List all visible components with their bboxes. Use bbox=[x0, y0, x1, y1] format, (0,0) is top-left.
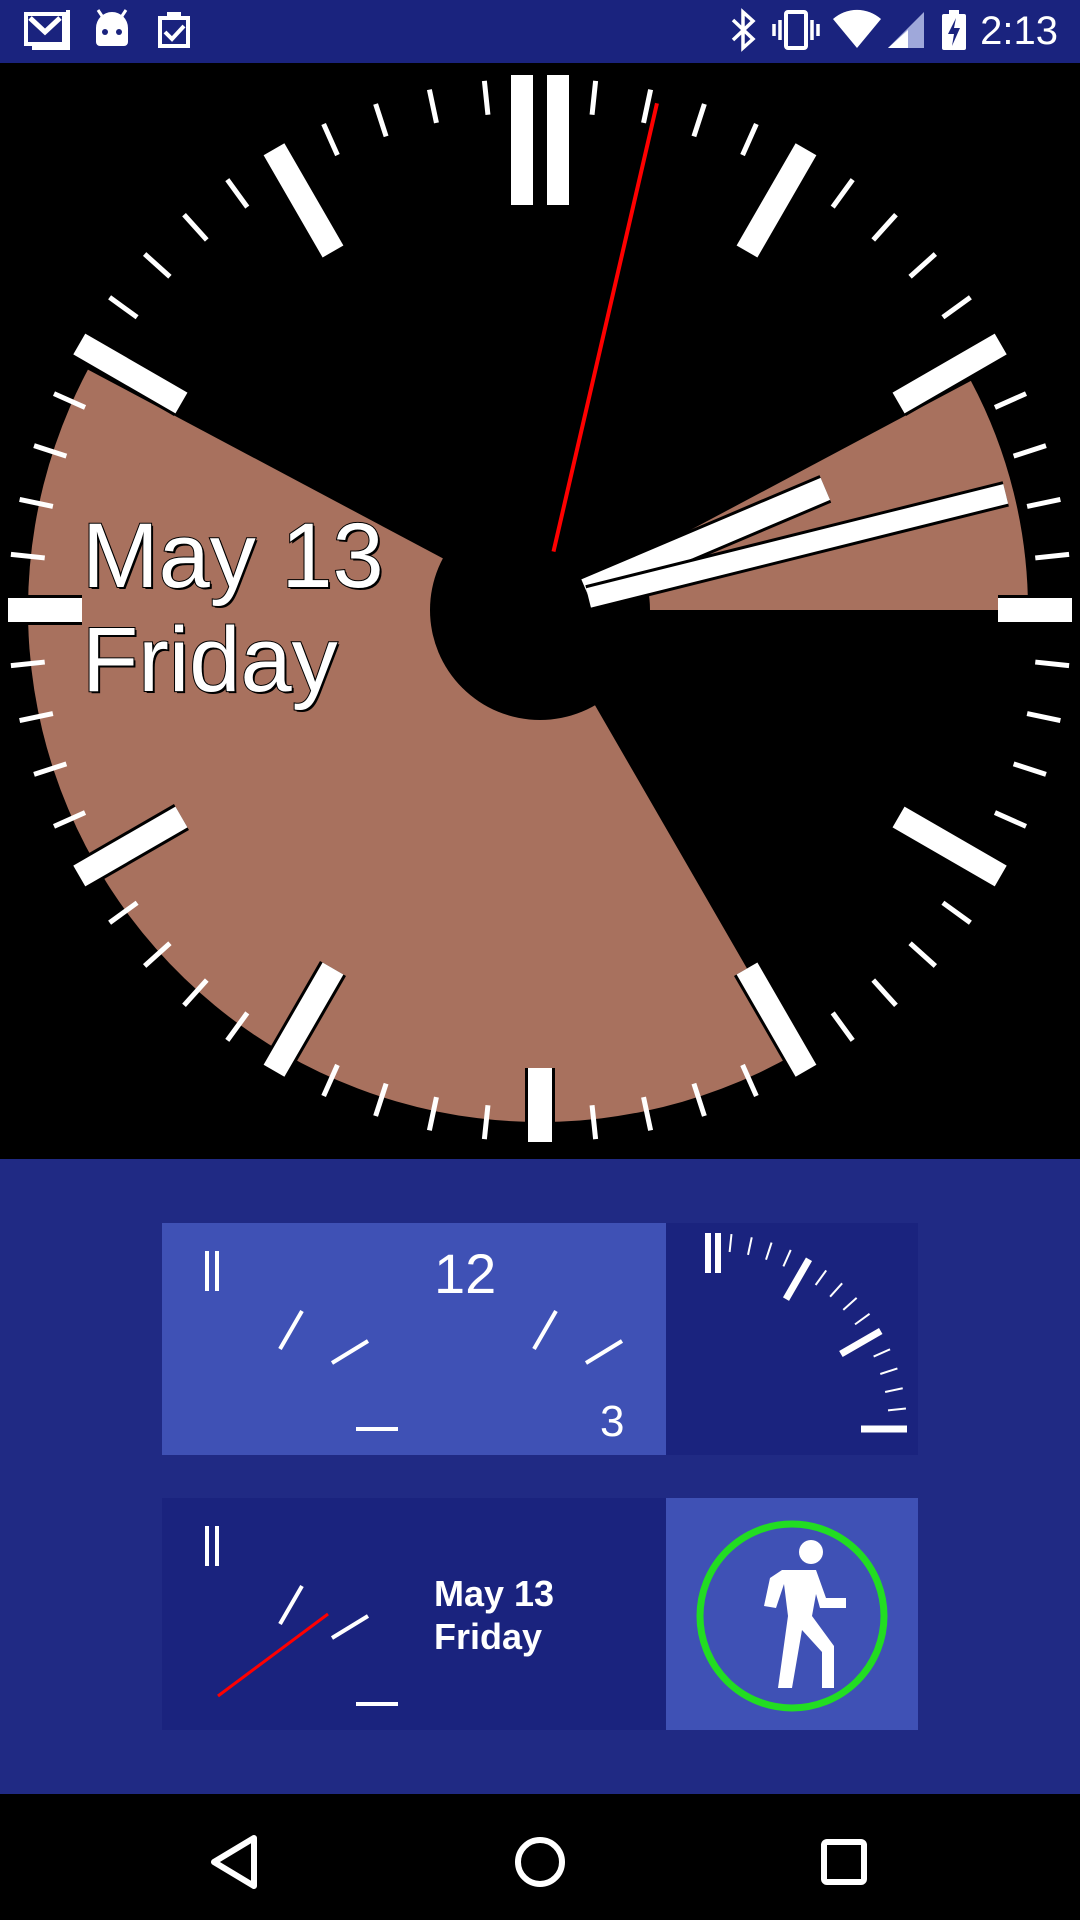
hour-tick bbox=[736, 143, 817, 258]
minute-tick bbox=[871, 212, 898, 242]
tick-12 bbox=[511, 75, 533, 205]
minute-tick bbox=[10, 659, 45, 669]
gauge-tick bbox=[715, 1233, 721, 1273]
gauge-ticks bbox=[705, 1233, 907, 1433]
android-icon bbox=[92, 8, 132, 55]
bluetooth-icon bbox=[728, 8, 758, 57]
minute-tick bbox=[373, 103, 389, 138]
gauge-tick bbox=[842, 1297, 858, 1311]
minute-tick bbox=[993, 391, 1028, 410]
walking-person-icon bbox=[764, 1540, 846, 1688]
minute-tick bbox=[426, 89, 439, 124]
complication-panel: 12 3 May 13 Friday bbox=[0, 1159, 1080, 1794]
gauge-tick bbox=[765, 1242, 773, 1261]
gauge-tick bbox=[879, 1367, 898, 1375]
minute-tick bbox=[830, 1011, 855, 1042]
minute-tick bbox=[691, 103, 707, 138]
minute-tick bbox=[1012, 761, 1047, 777]
date-tile[interactable]: May 13 Friday bbox=[162, 1498, 666, 1730]
minute-tick bbox=[871, 978, 898, 1008]
minute-tick bbox=[481, 80, 491, 115]
zoom-dial-ticks bbox=[205, 1251, 624, 1431]
gauge-tick bbox=[782, 1257, 813, 1301]
back-icon[interactable] bbox=[196, 1822, 276, 1902]
hour-sector bbox=[27, 369, 796, 1123]
recents-icon[interactable] bbox=[804, 1822, 884, 1902]
minute-tick bbox=[908, 941, 938, 968]
minute-tick bbox=[10, 551, 45, 561]
tile-weekday: Friday bbox=[434, 1616, 543, 1657]
gauge-tick bbox=[884, 1387, 903, 1393]
tick-12 bbox=[547, 75, 569, 205]
tile-date: May 13 bbox=[434, 1573, 555, 1614]
gauge-tick bbox=[839, 1327, 883, 1358]
minute-tick bbox=[941, 900, 972, 925]
gauge-tick bbox=[747, 1237, 753, 1256]
mini-dial bbox=[205, 1526, 398, 1706]
minute-tick bbox=[589, 1105, 599, 1140]
minute-tick bbox=[993, 810, 1028, 829]
second-hand bbox=[551, 102, 659, 552]
analog-zoom-tile[interactable]: 12 3 bbox=[162, 1223, 666, 1455]
minute-tick bbox=[225, 178, 250, 209]
center-disc bbox=[430, 500, 650, 720]
minute-tick bbox=[1035, 659, 1070, 669]
watch-weekday: Friday bbox=[81, 609, 339, 711]
minute-tick bbox=[740, 122, 759, 157]
minute-tick bbox=[830, 178, 855, 209]
status-bar: 2:13 bbox=[0, 0, 1080, 63]
gauge-tick bbox=[829, 1282, 843, 1298]
zoom-number-3: 3 bbox=[600, 1397, 625, 1446]
minute-tick bbox=[321, 122, 340, 157]
navigation-bar bbox=[0, 1794, 1080, 1920]
minute-tick bbox=[1026, 711, 1061, 724]
cellular-signal-icon bbox=[886, 8, 926, 57]
gauge-tick bbox=[814, 1269, 828, 1286]
gauge-tile[interactable] bbox=[666, 1223, 918, 1455]
gauge-tick bbox=[887, 1407, 907, 1412]
wifi-icon bbox=[832, 8, 882, 57]
minute-tick bbox=[1035, 551, 1070, 561]
minute-tick bbox=[481, 1105, 491, 1140]
gauge-tick bbox=[854, 1312, 871, 1326]
gauge-tick bbox=[728, 1233, 733, 1253]
minute-tick bbox=[1026, 496, 1061, 509]
hour-tick bbox=[892, 806, 1007, 887]
minute-tick bbox=[108, 295, 139, 320]
minute-tick bbox=[908, 252, 938, 279]
minute-tick bbox=[941, 295, 972, 320]
minute-tick bbox=[142, 252, 172, 279]
vibrate-icon bbox=[772, 8, 820, 57]
activity-tile[interactable] bbox=[666, 1498, 918, 1730]
minute-tick bbox=[641, 89, 654, 124]
battery-charging-icon bbox=[940, 8, 968, 57]
status-time: 2:13 bbox=[980, 9, 1058, 53]
gmail-icon bbox=[24, 8, 70, 55]
minute-tick bbox=[589, 80, 599, 115]
minute-tick bbox=[1012, 443, 1047, 459]
gauge-tick bbox=[705, 1233, 711, 1273]
watch-date: May 13 bbox=[81, 505, 385, 607]
hour-tick bbox=[263, 143, 344, 258]
mini-second-hand bbox=[217, 1612, 329, 1698]
clipboard-check-icon bbox=[152, 8, 196, 55]
zoom-number-12: 12 bbox=[434, 1242, 497, 1305]
home-icon[interactable] bbox=[500, 1822, 580, 1902]
minute-tick bbox=[182, 212, 209, 242]
gauge-tick bbox=[873, 1348, 891, 1358]
gauge-tick bbox=[782, 1249, 792, 1267]
